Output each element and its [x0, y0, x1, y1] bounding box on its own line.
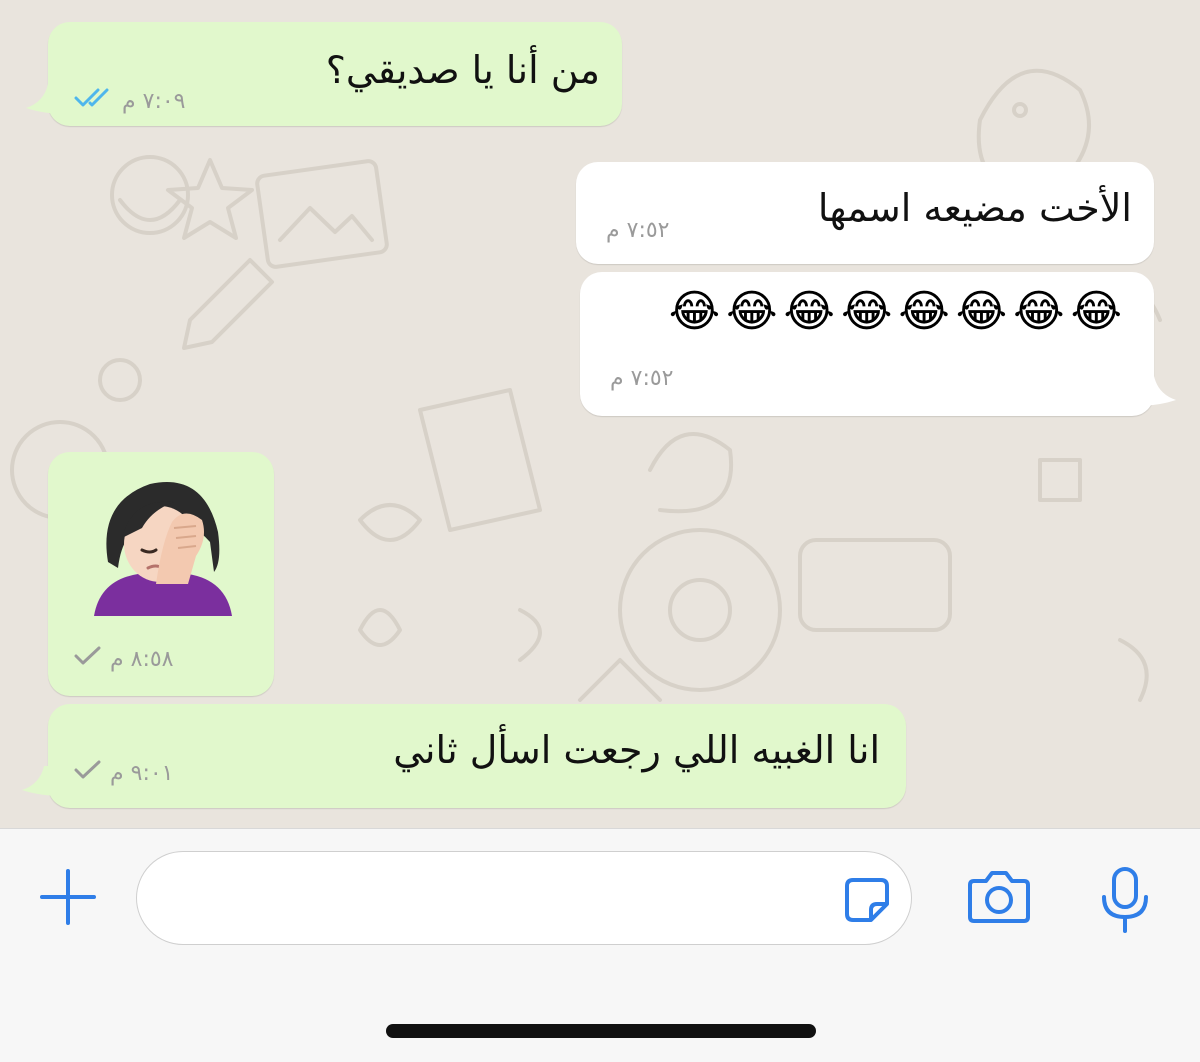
- double-check-icon: [74, 88, 114, 114]
- message-time: ٨:٥٨ م: [110, 646, 174, 672]
- message-text: من أنا يا صديقي؟: [325, 48, 600, 92]
- chat-area[interactable]: من أنا يا صديقي؟ ٧:٠٩ م الأخت مضيعه اسمه…: [0, 0, 1200, 828]
- bubble-tail: [1136, 376, 1176, 406]
- camera-icon[interactable]: [966, 867, 1032, 931]
- message-bubble-outgoing[interactable]: ٨:٥٨ م: [48, 452, 274, 696]
- message-text: انا الغبيه اللي رجعت اسأل ثاني: [393, 728, 880, 772]
- message-meta: ٩:٠١ م: [74, 760, 174, 786]
- message-meta: ٧:٠٩ م: [74, 88, 186, 114]
- message-emoji-text: 😂😂😂😂😂😂😂😂: [668, 286, 1128, 337]
- message-text: الأخت مضيعه اسمها: [817, 186, 1132, 230]
- message-time: ٧:٥٢ م: [610, 366, 674, 391]
- message-meta: ٨:٥٨ م: [74, 646, 174, 672]
- message-meta: ٧:٥٢ م: [602, 366, 674, 391]
- message-time: ٩:٠١ م: [110, 760, 174, 786]
- message-bubble-incoming[interactable]: 😂😂😂😂😂😂😂😂 ٧:٥٢ م: [580, 272, 1154, 416]
- message-time: ٧:٥٢ م: [606, 218, 670, 243]
- message-bubble-incoming[interactable]: الأخت مضيعه اسمها ٧:٥٢ م: [576, 162, 1154, 264]
- microphone-icon[interactable]: [1098, 865, 1152, 939]
- message-bubble-outgoing[interactable]: من أنا يا صديقي؟ ٧:٠٩ م: [48, 22, 622, 126]
- sticker-icon[interactable]: [843, 876, 891, 928]
- plus-icon[interactable]: [38, 867, 98, 931]
- single-check-icon: [74, 760, 102, 786]
- bubble-tail: [22, 766, 62, 796]
- single-check-icon: [74, 646, 102, 672]
- message-input-container: [136, 851, 912, 945]
- input-bar: [0, 828, 1200, 1062]
- message-input[interactable]: [137, 852, 911, 944]
- message-time: ٧:٠٩ م: [122, 88, 186, 114]
- bubble-tail: [26, 84, 66, 114]
- message-meta: ٧:٥٢ م: [598, 218, 670, 243]
- home-indicator: [386, 1024, 816, 1038]
- message-bubble-outgoing[interactable]: انا الغبيه اللي رجعت اسأل ثاني ٩:٠١ م: [48, 704, 906, 808]
- facepalm-emoji: [94, 482, 232, 616]
